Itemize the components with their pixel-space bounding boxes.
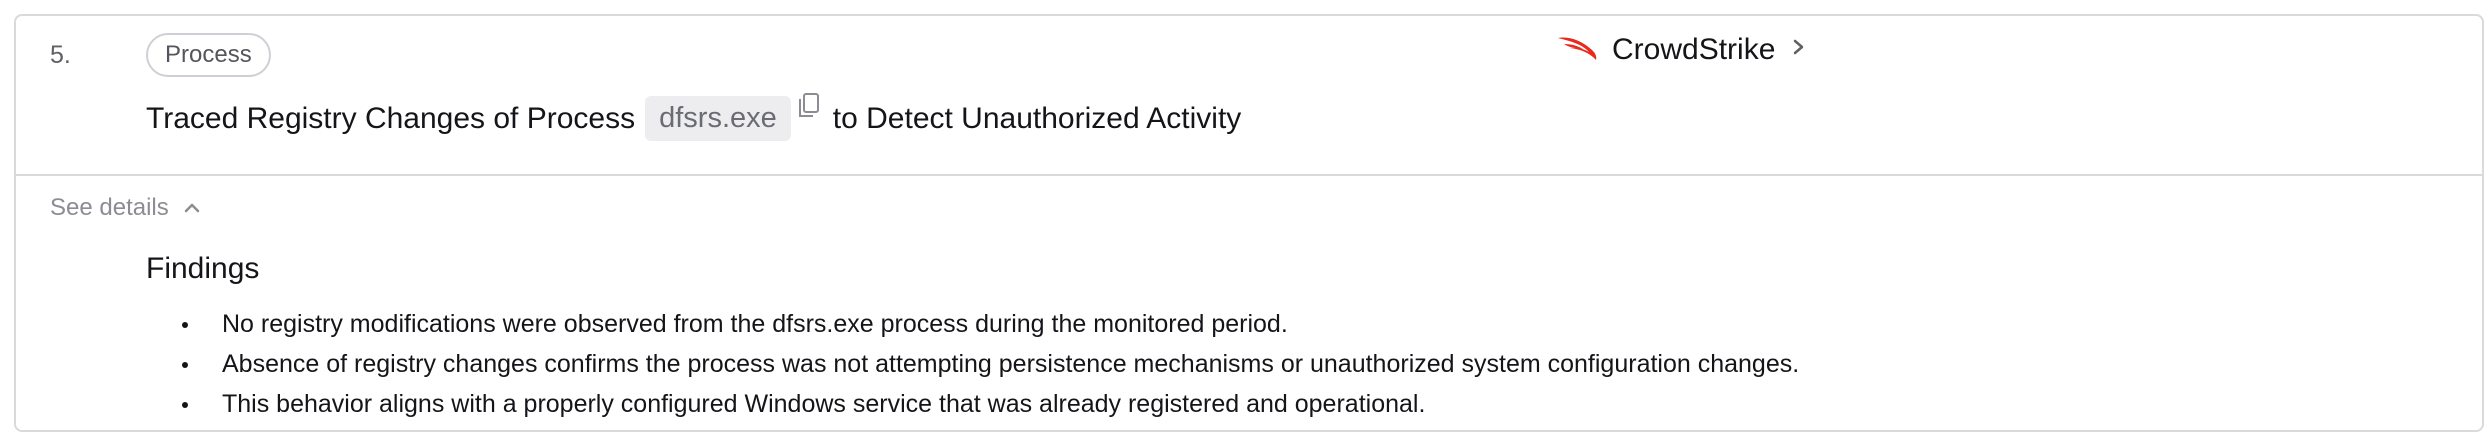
vendor-name: CrowdStrike: [1612, 32, 1776, 66]
process-name-code: dfsrs.exe: [645, 96, 791, 141]
findings-heading: Findings: [146, 252, 260, 285]
step-number: 5.: [50, 41, 71, 69]
finding-card: 5. Process Traced Registry Changes of Pr…: [14, 14, 2484, 432]
step-title: Traced Registry Changes of Process dfsrs…: [146, 92, 1242, 141]
card-header: 5. Process Traced Registry Changes of Pr…: [16, 16, 2482, 176]
vendor-link[interactable]: CrowdStrike: [1556, 32, 1809, 67]
finding-item: This behavior aligns with a properly con…: [182, 384, 1799, 424]
process-tag: Process: [146, 33, 271, 77]
see-details-label: See details: [50, 194, 169, 221]
crowdstrike-logo-icon: [1556, 32, 1598, 67]
chevron-right-icon: [1789, 32, 1809, 67]
title-suffix: to Detect Unauthorized Activity: [832, 101, 1242, 135]
copy-icon[interactable]: [795, 92, 823, 126]
finding-item: Absence of registry changes confirms the…: [182, 344, 1799, 384]
see-details-toggle[interactable]: See details: [50, 194, 201, 222]
chevron-up-icon: [183, 194, 201, 222]
findings-list: No registry modifications were observed …: [182, 304, 1799, 424]
title-prefix: Traced Registry Changes of Process: [146, 101, 636, 135]
finding-item: No registry modifications were observed …: [182, 304, 1799, 344]
